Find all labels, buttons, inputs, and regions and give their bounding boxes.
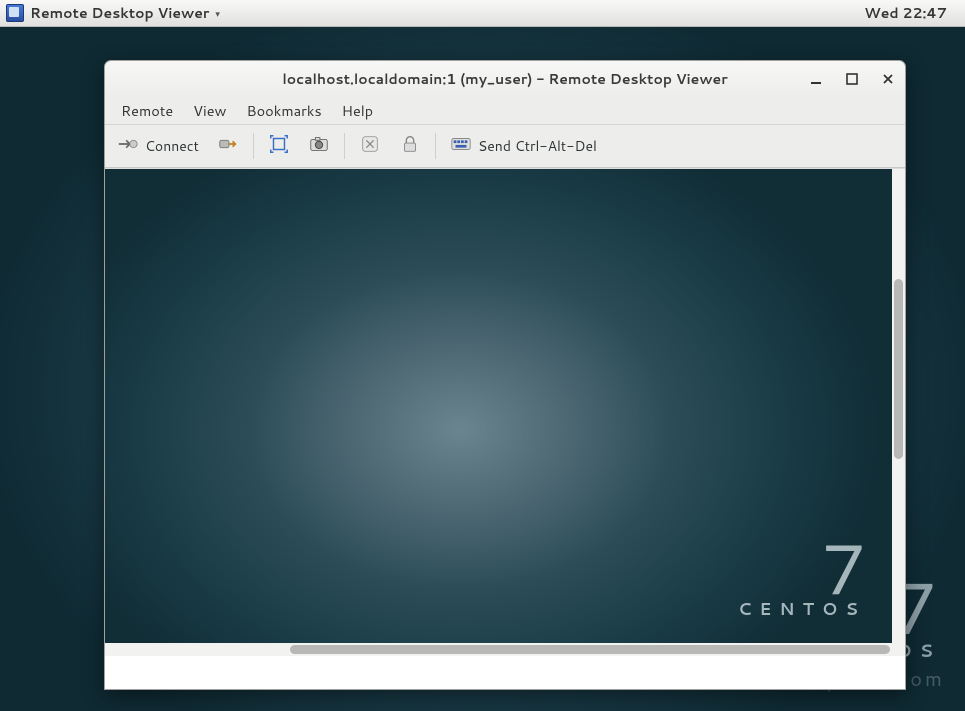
app-window: localhost.localdomain:1 (my_user) - Remo… — [104, 60, 906, 690]
toolbar: Connect — [105, 124, 905, 168]
vertical-scroll-thumb[interactable] — [894, 279, 903, 459]
fullscreen-button[interactable] — [262, 130, 296, 162]
scaling-button[interactable] — [353, 130, 387, 162]
toolbar-separator — [253, 133, 254, 159]
menu-view[interactable]: View — [185, 98, 234, 123]
menu-remote[interactable]: Remote — [113, 98, 181, 123]
connect-button[interactable]: Connect — [111, 130, 205, 162]
window-close-button[interactable] — [879, 70, 897, 88]
chevron-down-icon: ▾ — [215, 7, 220, 20]
window-titlebar[interactable]: localhost.localdomain:1 (my_user) - Remo… — [105, 61, 905, 97]
scaling-icon — [359, 133, 381, 160]
gnome-top-panel: Remote Desktop Viewer ▾ Wed 22:47 — [0, 0, 965, 27]
content-area: 7 CENTOS — [105, 168, 905, 689]
connect-icon — [117, 133, 139, 160]
horizontal-scrollbar[interactable] — [105, 643, 894, 656]
window-maximize-button[interactable] — [843, 70, 861, 88]
horizontal-scroll-thumb[interactable] — [290, 645, 890, 654]
fullscreen-icon — [268, 133, 290, 160]
appmenu-button[interactable]: Remote Desktop Viewer ▾ — [0, 0, 226, 26]
menu-help[interactable]: Help — [334, 98, 381, 123]
remote-wallpaper-brand: 7 CENTOS — [738, 539, 866, 621]
content-blank-area — [105, 656, 905, 689]
disconnect-icon — [217, 133, 239, 160]
toolbar-separator — [344, 133, 345, 159]
vertical-scrollbar[interactable] — [892, 169, 905, 643]
scroll-corner — [892, 643, 905, 656]
remote-framebuffer[interactable]: 7 CENTOS — [105, 169, 894, 643]
menubar: Remote View Bookmarks Help — [105, 97, 905, 124]
readonly-button[interactable] — [393, 130, 427, 162]
send-ctrl-alt-del-button[interactable]: Send Ctrl-Alt-Del — [444, 130, 603, 162]
appmenu-label: Remote Desktop Viewer — [30, 3, 209, 23]
clock-label[interactable]: Wed 22:47 — [864, 3, 965, 23]
toolbar-separator — [435, 133, 436, 159]
camera-icon — [308, 133, 330, 160]
connect-label: Connect — [145, 136, 199, 156]
remote-os-name: CENTOS — [738, 597, 866, 621]
send-cad-label: Send Ctrl-Alt-Del — [478, 136, 597, 156]
disconnect-button[interactable] — [211, 130, 245, 162]
window-title: localhost.localdomain:1 (my_user) - Remo… — [105, 69, 905, 89]
menu-bookmarks[interactable]: Bookmarks — [239, 98, 330, 123]
screenshot-button[interactable] — [302, 130, 336, 162]
remote-desktop-viewer-icon — [6, 4, 24, 22]
lock-icon — [399, 133, 421, 160]
window-minimize-button[interactable] — [807, 70, 825, 88]
remote-version-number: 7 — [738, 539, 866, 595]
keyboard-icon — [450, 133, 472, 160]
